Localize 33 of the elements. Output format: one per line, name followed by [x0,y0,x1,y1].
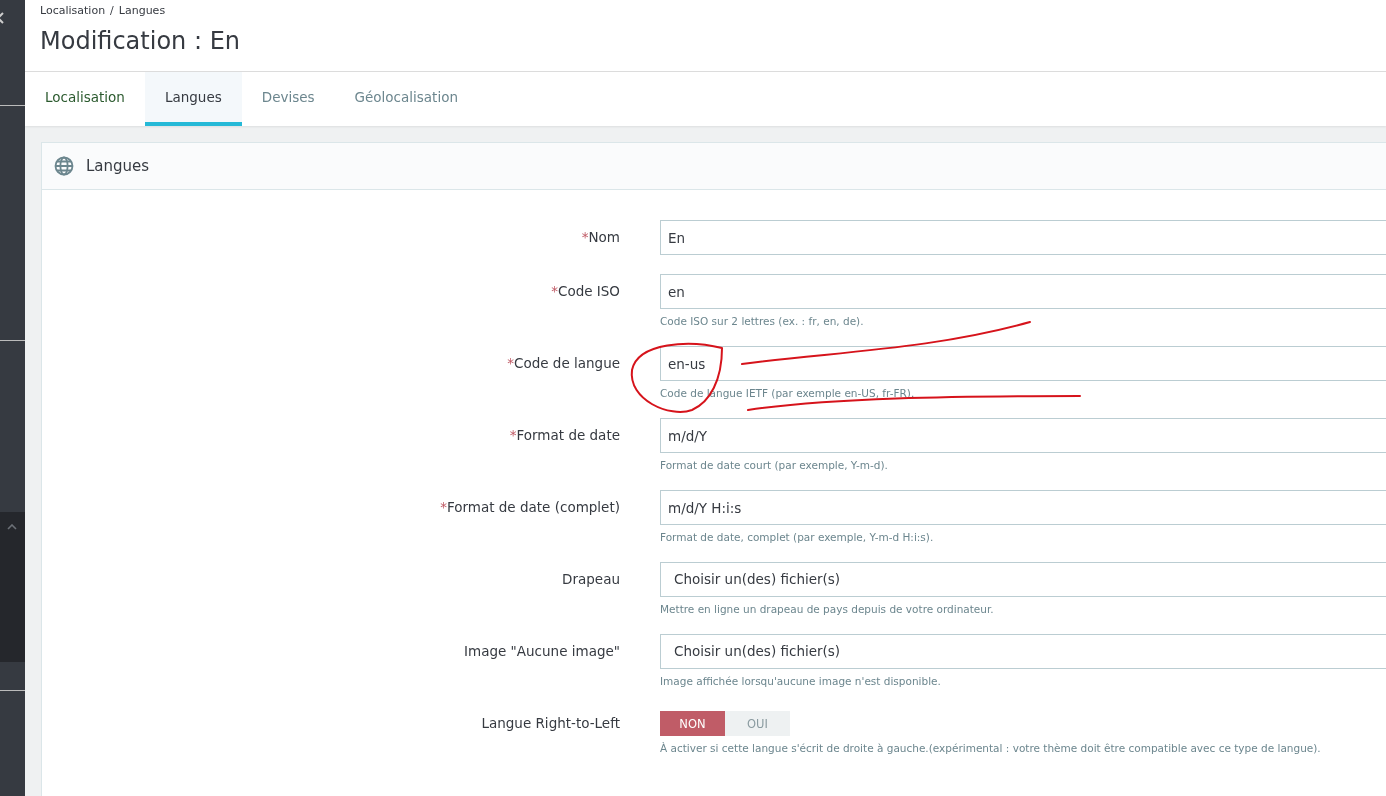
field-label: *Code de langue [506,354,620,373]
caret-up-icon[interactable] [7,524,17,530]
breadcrumb-link[interactable]: Langues [118,4,166,17]
input-field[interactable]: en [660,274,1386,309]
breadcrumb-link[interactable]: Localisation [40,4,106,17]
breadcrumb-separator: / [110,4,114,17]
help-text: Mettre en ligne un drapeau de pays depuis de votre ordinateur. [660,603,995,615]
tab[interactable]: Localisation [25,72,145,126]
file-field[interactable]: Choisir un(des) fichier(s) [660,562,1386,597]
field-label: Image "Aucune image" [463,642,620,661]
help-text: Format de date court (par exemple, Y-m-d). [660,459,889,471]
help-text: Code ISO sur 2 lettres (ex. : fr, en, de). [660,315,865,327]
tab[interactable]: Langues [144,72,242,126]
globe-icon [54,156,74,176]
field-label: Langue Right-to-Left [480,714,620,733]
field-label: *Nom [580,228,620,247]
tab[interactable]: Géolocalisation [334,72,478,126]
input-field[interactable]: en-us [660,346,1386,381]
field-label: *Format de date (complet) [439,498,620,517]
file-field[interactable]: Choisir un(des) fichier(s) [660,634,1386,669]
switch-option[interactable]: NON [660,711,725,736]
help-text: Image affichée lorsqu'aucune image n'est disponible. [660,675,942,687]
field-label: *Format de date [508,426,620,445]
card-title: Langues [86,157,150,175]
page-title: Modification : En [40,26,241,57]
input-field[interactable]: m/d/Y [660,418,1386,453]
tab[interactable]: Devises [241,72,335,126]
input-field[interactable]: En [660,220,1386,255]
field-label: *Code ISO [550,282,620,301]
input-field[interactable]: m/d/Y H:i:s [660,490,1386,525]
field-label: Drapeau [561,570,620,589]
help-text: À activer si cette langue s'écrit de droite à gauche.(expérimental : votre thème doit être compatible avec ce type de langue). [660,742,1322,754]
help-text: Format de date, complet (par exemple, Y-m-d H:i:s). [660,531,935,543]
